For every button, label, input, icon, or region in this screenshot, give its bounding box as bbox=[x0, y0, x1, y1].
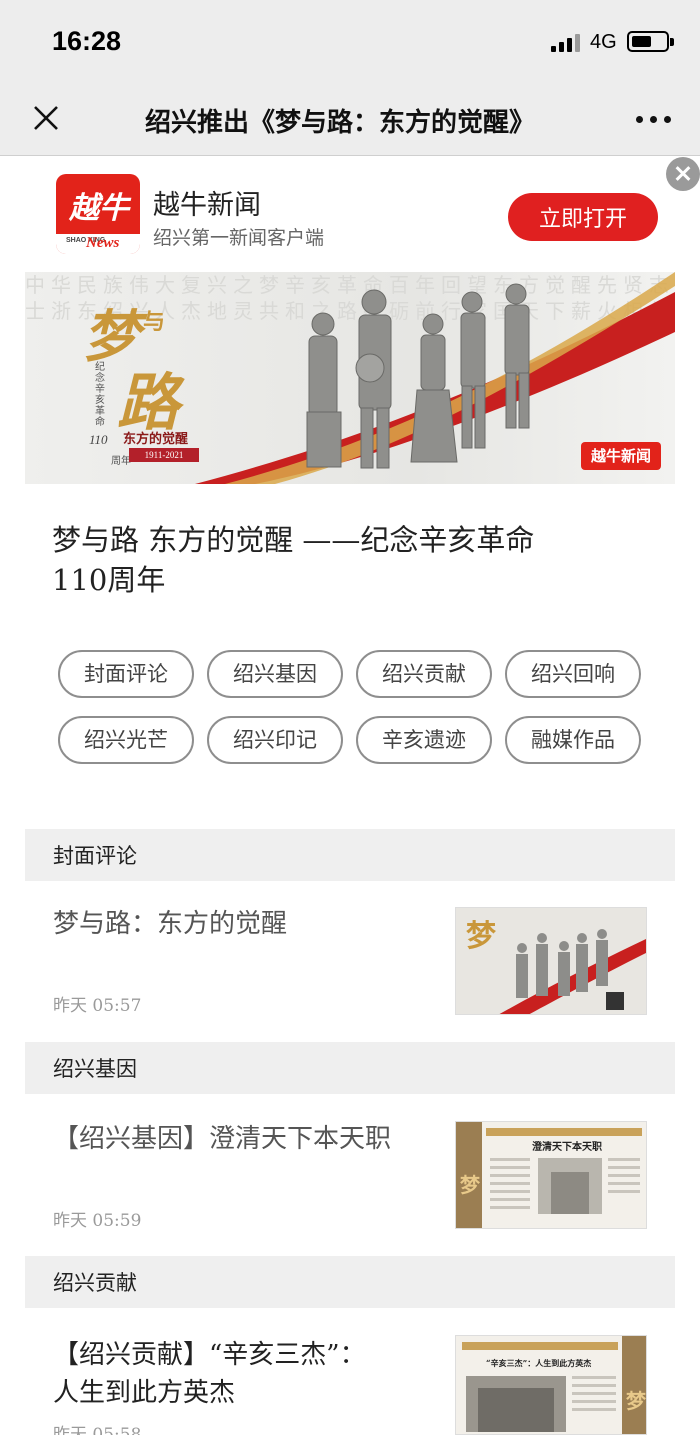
hero-app-badge: 越牛新闻 bbox=[581, 442, 661, 470]
article-thumbnail: 梦 “辛亥三杰”：人生到此方英杰 bbox=[455, 1335, 647, 1435]
status-time: 16:28 bbox=[52, 26, 122, 56]
app-download-banner: 越牛 SHAO XING News 越牛新闻 绍兴第一新闻客户端 立即打开 bbox=[0, 157, 700, 267]
more-dots-icon[interactable] bbox=[634, 116, 674, 124]
headline-line-1: 梦与路 东方的觉醒 ——纪念辛亥革命 bbox=[52, 523, 535, 557]
article-title: 【绍兴基因】澄清天下本天职 bbox=[53, 1124, 392, 1154]
tag-shaoxing-echo[interactable]: 绍兴回响 bbox=[505, 650, 641, 698]
page-title: 绍兴推出《梦与路：东方的觉醒》 bbox=[145, 108, 536, 138]
close-icon[interactable] bbox=[30, 102, 62, 134]
nav-bar: 绍兴推出《梦与路：东方的觉醒》 bbox=[0, 80, 700, 156]
article-time: 昨天 05:57 bbox=[53, 996, 142, 1016]
app-description: 绍兴第一新闻客户端 bbox=[153, 227, 325, 249]
article-title: 梦与路：东方的觉醒 bbox=[53, 909, 288, 939]
tag-shaoxing-contribution[interactable]: 绍兴贡献 bbox=[356, 650, 492, 698]
app-logo: 越牛 SHAO XING News bbox=[56, 174, 140, 254]
hero-anniversary-number: 110 bbox=[89, 432, 108, 447]
tag-xinhai-relics[interactable]: 辛亥遗迹 bbox=[356, 716, 492, 764]
section-header-shaoxing-contribution: 绍兴贡献 bbox=[25, 1256, 675, 1308]
tag-shaoxing-imprint[interactable]: 绍兴印记 bbox=[207, 716, 343, 764]
hero-title-and: 与 bbox=[143, 309, 166, 335]
tag-shaoxing-radiance[interactable]: 绍兴光芒 bbox=[58, 716, 194, 764]
tag-media-works[interactable]: 融媒作品 bbox=[505, 716, 641, 764]
open-app-button[interactable]: 立即打开 bbox=[508, 193, 658, 241]
section-header-shaoxing-gene: 绍兴基因 bbox=[25, 1042, 675, 1094]
article-headline: 梦与路 东方的觉醒 ——纪念辛亥革命 110周年 bbox=[52, 520, 652, 600]
article-title: 【绍兴贡献】“辛亥三杰”： 人生到此方英杰 bbox=[53, 1340, 366, 1408]
svg-text:梦: 梦 bbox=[626, 1389, 647, 1413]
network-label: 4G bbox=[590, 31, 617, 53]
list-item[interactable]: 【绍兴基因】澄清天下本天职 昨天 05:59 梦 澄清天下本天职 bbox=[25, 1094, 675, 1254]
headline-line-2: 110周年 bbox=[52, 563, 166, 597]
app-name: 越牛新闻 bbox=[153, 190, 261, 221]
article-time: 昨天 05:58 bbox=[53, 1425, 142, 1435]
article-time: 昨天 05:59 bbox=[53, 1211, 142, 1231]
thumbnail-heading: “辛亥三杰”：人生到此方英杰 bbox=[486, 1358, 591, 1368]
thumbnail-heading: 澄清天下本天职 bbox=[532, 1140, 602, 1153]
tag-shaoxing-gene[interactable]: 绍兴基因 bbox=[207, 650, 343, 698]
hero-subtitle: 东方的觉醒 bbox=[123, 432, 189, 447]
status-bar: 16:28 4G bbox=[0, 0, 700, 80]
banner-close-icon[interactable] bbox=[666, 157, 700, 191]
svg-text:梦: 梦 bbox=[466, 919, 496, 954]
article-thumbnail: 梦 bbox=[455, 907, 647, 1015]
svg-text:梦: 梦 bbox=[460, 1173, 481, 1197]
battery-icon bbox=[627, 31, 674, 52]
hero-anniversary-unit: 周年 bbox=[111, 456, 131, 467]
list-item[interactable]: 梦与路：东方的觉醒 昨天 05:57 梦 bbox=[25, 881, 675, 1041]
hero-vertical-text: 纪念辛亥革命 bbox=[95, 362, 105, 428]
hero-banner-image[interactable]: 中华民族伟大复兴之梦辛亥革命百年回望东方觉醒先贤志士浙东绍兴人杰地灵共和之路砥砺… bbox=[25, 272, 675, 484]
hero-dates: 1911-2021 bbox=[129, 448, 199, 462]
section-header-cover-comment: 封面评论 bbox=[25, 829, 675, 881]
article-thumbnail: 梦 澄清天下本天职 bbox=[455, 1121, 647, 1229]
list-item[interactable]: 【绍兴贡献】“辛亥三杰”： 人生到此方英杰 昨天 05:58 梦 “辛亥三杰”：… bbox=[25, 1308, 675, 1435]
tag-cover-comment[interactable]: 封面评论 bbox=[58, 650, 194, 698]
signal-icon bbox=[551, 34, 581, 52]
